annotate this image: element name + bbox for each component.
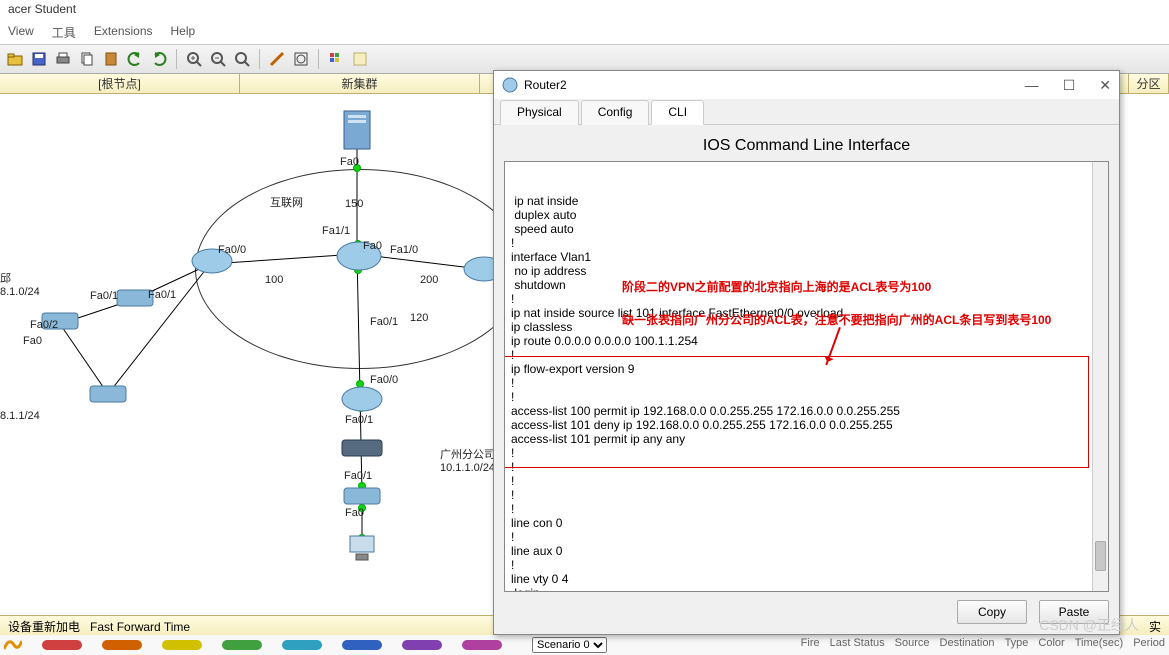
scrollbar[interactable] bbox=[1092, 162, 1108, 591]
col-type: Type bbox=[1005, 637, 1029, 655]
scenario-select[interactable]: Scenario 0 bbox=[532, 637, 607, 653]
network-label: 广州分公司 10.1.1.0/24 bbox=[440, 446, 495, 474]
pen-yellow[interactable] bbox=[162, 640, 202, 650]
menu-tools[interactable]: 工具 bbox=[52, 24, 76, 42]
link-weight: 100 bbox=[265, 274, 283, 286]
bottom-bar: Scenario 0 Fire Last Status Source Desti… bbox=[0, 635, 1169, 655]
cli-title: IOS Command Line Interface bbox=[504, 131, 1109, 161]
app-title-bar: acer Student bbox=[0, 0, 1169, 22]
col-dest: Destination bbox=[940, 637, 995, 655]
toolbar-zoom-in-icon[interactable] bbox=[183, 48, 205, 70]
port-label: Fa0 bbox=[340, 156, 359, 168]
pen-green[interactable] bbox=[222, 640, 262, 650]
toolbar-separator bbox=[318, 49, 319, 69]
port-label: Fa1/0 bbox=[390, 244, 418, 256]
tab-zone[interactable]: 分区 bbox=[1129, 74, 1169, 93]
tab-cli[interactable]: CLI bbox=[651, 100, 704, 125]
switch-device[interactable] bbox=[88, 382, 128, 409]
col-time: Time(sec) bbox=[1075, 637, 1123, 655]
tab-physical[interactable]: Physical bbox=[500, 100, 579, 125]
cli-terminal[interactable]: ip nat inside duplex auto speed auto ! i… bbox=[504, 161, 1109, 592]
port-label: Fa0/1 bbox=[344, 470, 372, 482]
status-realtime[interactable]: 实 bbox=[1149, 618, 1161, 635]
toolbar-copy-icon[interactable] bbox=[76, 48, 98, 70]
port-label: Fa0 bbox=[23, 335, 42, 347]
port-label: Fa0/2 bbox=[30, 319, 58, 331]
tab-root[interactable]: [根节点] bbox=[0, 74, 240, 93]
cli-output: ip nat inside duplex auto speed auto ! i… bbox=[511, 194, 1102, 592]
toolbar-redo-icon[interactable] bbox=[148, 48, 170, 70]
app-title: acer Student bbox=[8, 2, 76, 16]
minimize-icon[interactable]: ― bbox=[1025, 77, 1039, 94]
menu-extensions[interactable]: Extensions bbox=[94, 24, 153, 42]
port-label: Fa0/1 bbox=[345, 414, 373, 426]
switch-device[interactable] bbox=[340, 436, 384, 463]
scrollbar-thumb[interactable] bbox=[1095, 541, 1106, 571]
link-weight: 120 bbox=[410, 312, 428, 324]
tab-config[interactable]: Config bbox=[581, 100, 650, 125]
toolbar-note-icon[interactable] bbox=[349, 48, 371, 70]
pen-orange[interactable] bbox=[102, 640, 142, 650]
pen-cyan[interactable] bbox=[282, 640, 322, 650]
toolbar-open-icon[interactable] bbox=[4, 48, 26, 70]
router-device[interactable] bbox=[340, 384, 384, 417]
maximize-icon[interactable]: ☐ bbox=[1063, 77, 1076, 94]
toolbar-print-icon[interactable] bbox=[52, 48, 74, 70]
toolbar-grid-icon[interactable] bbox=[325, 48, 347, 70]
port-label: Fa0/1 bbox=[90, 290, 118, 302]
pen-red[interactable] bbox=[42, 640, 82, 650]
server-device[interactable] bbox=[340, 109, 374, 156]
col-period: Period bbox=[1133, 637, 1165, 655]
pdu-columns: Fire Last Status Source Destination Type… bbox=[801, 637, 1169, 655]
network-label: 8.1.1/24 bbox=[0, 410, 40, 422]
copy-button[interactable]: Copy bbox=[957, 600, 1027, 624]
col-fire: Fire bbox=[801, 637, 820, 655]
toolbar-shape-icon[interactable] bbox=[290, 48, 312, 70]
port-label: Fa1/1 bbox=[322, 225, 350, 237]
toolbar-draw-icon[interactable] bbox=[266, 48, 288, 70]
toolbar-save-icon[interactable] bbox=[28, 48, 50, 70]
network-label: 邱 8.1.0/24 bbox=[0, 270, 40, 298]
pc-device[interactable] bbox=[346, 534, 378, 567]
pen-blue[interactable] bbox=[342, 640, 382, 650]
link-weight: 150 bbox=[345, 198, 363, 210]
toolbar-undo-icon[interactable] bbox=[124, 48, 146, 70]
toolbar-paste-icon[interactable] bbox=[100, 48, 122, 70]
col-source: Source bbox=[895, 637, 930, 655]
tab-cluster[interactable]: 新集群 bbox=[240, 74, 480, 93]
paste-button[interactable]: Paste bbox=[1039, 600, 1109, 624]
close-icon[interactable]: ✕ bbox=[1099, 77, 1111, 94]
pen-magenta[interactable] bbox=[462, 640, 502, 650]
col-color: Color bbox=[1038, 637, 1064, 655]
pen-purple[interactable] bbox=[402, 640, 442, 650]
status-power: 设备重新加电 bbox=[8, 620, 80, 634]
port-label: Fa0/0 bbox=[218, 244, 246, 256]
link-weight: 200 bbox=[420, 274, 438, 286]
status-fft[interactable]: Fast Forward Time bbox=[90, 620, 190, 634]
menu-help[interactable]: Help bbox=[171, 24, 196, 42]
dialog-buttons: Copy Paste bbox=[504, 592, 1109, 624]
port-label: Fa0 bbox=[363, 240, 382, 252]
toolbar-zoom-out-icon[interactable] bbox=[207, 48, 229, 70]
router-icon bbox=[502, 77, 518, 93]
dialog-body: IOS Command Line Interface ip nat inside… bbox=[494, 125, 1119, 634]
dialog-title: Router2 bbox=[524, 78, 567, 92]
menu-bar: View 工具 Extensions Help bbox=[0, 22, 1169, 44]
port-label: Fa0 bbox=[345, 507, 364, 519]
internet-label: 互联网 bbox=[270, 194, 303, 210]
dialog-title-bar[interactable]: Router2 ― ☐ ✕ bbox=[494, 71, 1119, 99]
toolbar-separator bbox=[176, 49, 177, 69]
menu-view[interactable]: View bbox=[8, 24, 34, 42]
port-label: Fa0/1 bbox=[148, 289, 176, 301]
mode-icon[interactable] bbox=[4, 637, 22, 654]
port-label: Fa0/0 bbox=[370, 374, 398, 386]
router-dialog: Router2 ― ☐ ✕ Physical Config CLI IOS Co… bbox=[493, 70, 1120, 635]
toolbar-zoom-reset-icon[interactable] bbox=[231, 48, 253, 70]
col-last: Last Status bbox=[830, 637, 885, 655]
toolbar-separator bbox=[259, 49, 260, 69]
port-label: Fa0/1 bbox=[370, 316, 398, 328]
dialog-tabs: Physical Config CLI bbox=[494, 99, 1119, 125]
